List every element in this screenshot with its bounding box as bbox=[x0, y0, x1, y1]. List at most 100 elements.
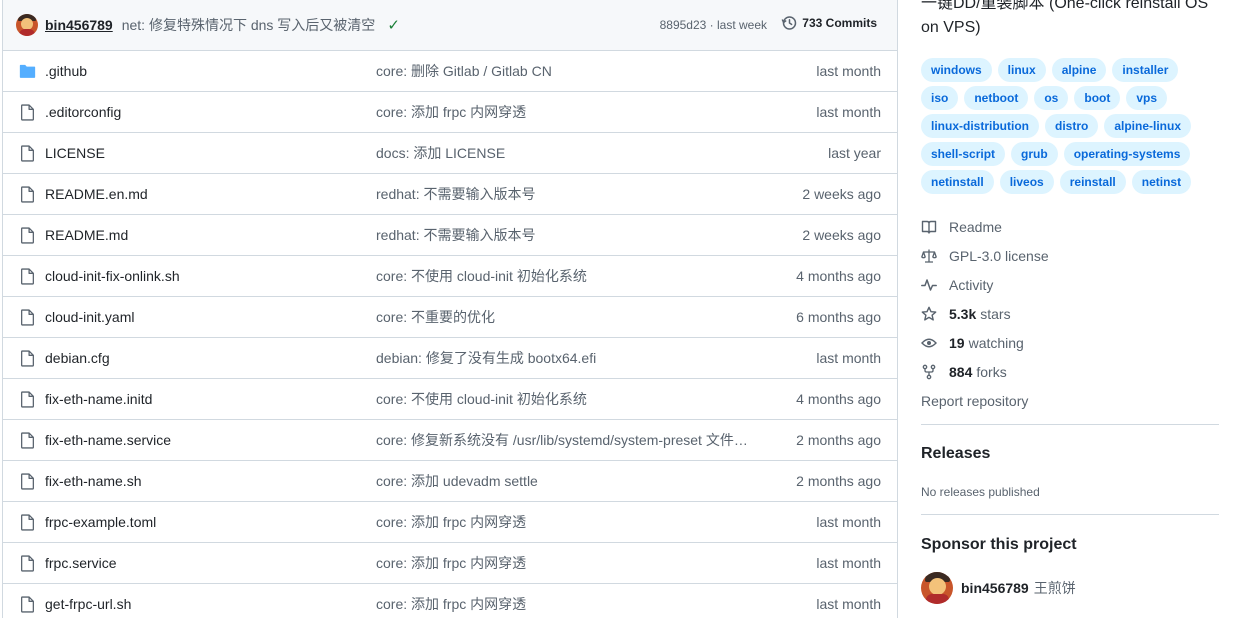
file-name-link[interactable]: frpc-example.toml bbox=[45, 502, 156, 543]
sidebar-divider bbox=[921, 424, 1219, 425]
forks-label: forks bbox=[976, 363, 1007, 380]
commit-author-link[interactable]: bin456789 bbox=[45, 17, 113, 33]
file-commit-message-link[interactable]: core: 添加 udevadm settle bbox=[376, 461, 538, 502]
file-commit-message-link[interactable]: redhat: 不需要输入版本号 bbox=[376, 174, 535, 215]
topic-tag[interactable]: iso bbox=[921, 86, 959, 110]
readme-link[interactable]: Readme bbox=[921, 212, 1221, 241]
topic-tag[interactable]: linux bbox=[997, 58, 1046, 82]
file-commit-message-link[interactable]: core: 添加 frpc 内网穿透 bbox=[376, 543, 526, 584]
file-row[interactable]: .editorconfig core: 添加 frpc 内网穿透 last mont… bbox=[3, 92, 897, 133]
activity-link[interactable]: Activity bbox=[921, 270, 1221, 299]
topic-tag[interactable]: reinstall bbox=[1059, 170, 1126, 194]
file-row[interactable]: frpc-example.toml core: 添加 frpc 内网穿透 last … bbox=[3, 502, 897, 543]
topic-tag[interactable]: windows bbox=[921, 58, 992, 82]
report-repository-link[interactable]: Report repository bbox=[921, 386, 1221, 415]
topic-tag[interactable]: alpine-linux bbox=[1104, 114, 1192, 138]
eye-icon bbox=[921, 338, 937, 347]
file-row[interactable]: LICENSE docs: 添加 LICENSE last year bbox=[3, 133, 897, 174]
file-icon bbox=[21, 473, 34, 490]
sponsor-avatar[interactable] bbox=[921, 572, 953, 604]
fork-icon bbox=[922, 364, 936, 379]
file-commit-message-link[interactable]: core: 删除 Gitlab / Gitlab CN bbox=[376, 51, 552, 92]
file-commit-time: 2 weeks ago bbox=[802, 227, 881, 243]
releases-empty-text: No releases published bbox=[921, 485, 1040, 499]
topic-tag[interactable]: shell-script bbox=[921, 142, 1006, 166]
check-icon[interactable]: ✓ bbox=[387, 16, 400, 34]
topic-tag[interactable]: liveos bbox=[999, 170, 1054, 194]
stars-link[interactable]: 5.3k stars bbox=[921, 299, 1221, 328]
topic-tag[interactable]: boot bbox=[1074, 86, 1121, 110]
releases-heading[interactable]: Releases bbox=[921, 445, 990, 463]
file-list-panel: bin456789 net: 修复特殊情况下 dns 写入后又被清空 ✓ 889… bbox=[2, 0, 898, 618]
topic-tag[interactable]: grub bbox=[1011, 142, 1058, 166]
file-name-link[interactable]: cloud-init-fix-onlink.sh bbox=[45, 256, 180, 297]
file-name-link[interactable]: .editorconfig bbox=[45, 92, 121, 133]
license-link[interactable]: GPL-3.0 license bbox=[921, 241, 1221, 270]
file-icon bbox=[21, 186, 34, 203]
topic-tag[interactable]: vps bbox=[1126, 86, 1168, 110]
topic-tag[interactable]: distro bbox=[1045, 114, 1099, 138]
file-name-link[interactable]: LICENSE bbox=[45, 133, 105, 174]
file-commit-message-link[interactable]: core: 添加 frpc 内网穿透 bbox=[376, 502, 526, 543]
commit-message-link[interactable]: net: 修复特殊情况下 dns 写入后又被清空 bbox=[122, 15, 376, 35]
file-commit-time: 6 months ago bbox=[796, 309, 881, 325]
file-row[interactable]: cloud-init.yaml core: 不重要的优化 6 months ago bbox=[3, 297, 897, 338]
topic-tag[interactable]: netboot bbox=[964, 86, 1029, 110]
file-row[interactable]: fix-eth-name.initd core: 不使用 cloud-init 初… bbox=[3, 379, 897, 420]
commits-history-link[interactable]: 733 Commits bbox=[781, 15, 877, 31]
file-commit-time: last month bbox=[816, 63, 881, 79]
commit-hash-time[interactable]: 8895d23 · last week bbox=[660, 0, 767, 51]
file-commit-message-link[interactable]: core: 不使用 cloud-init 初始化系统 bbox=[376, 379, 587, 420]
file-row[interactable]: README.en.md redhat: 不需要输入版本号 2 weeks ago bbox=[3, 174, 897, 215]
file-commit-time: last month bbox=[816, 514, 881, 530]
file-commit-time: 4 months ago bbox=[796, 391, 881, 407]
file-name-link[interactable]: fix-eth-name.initd bbox=[45, 379, 152, 420]
file-commit-message-link[interactable]: core: 添加 frpc 内网穿透 bbox=[376, 92, 526, 133]
repo-description: 一键DD/重装脚本 (One-click reinstall OS on VPS… bbox=[921, 0, 1209, 36]
file-commit-message-link[interactable]: docs: 添加 LICENSE bbox=[376, 133, 505, 174]
sponsor-heading: Sponsor this project bbox=[921, 536, 1077, 553]
topic-tag[interactable]: alpine bbox=[1051, 58, 1107, 82]
file-name-link[interactable]: fix-eth-name.service bbox=[45, 420, 171, 461]
file-row[interactable]: .github core: 删除 Gitlab / Gitlab CN last m… bbox=[3, 51, 897, 92]
file-commit-message-link[interactable]: core: 不使用 cloud-init 初始化系统 bbox=[376, 256, 587, 297]
sponsor-username[interactable]: bin456789 bbox=[961, 580, 1029, 596]
file-name-link[interactable]: fix-eth-name.sh bbox=[45, 461, 141, 502]
file-name-link[interactable]: get-frpc-url.sh bbox=[45, 584, 131, 618]
file-icon bbox=[21, 391, 34, 408]
file-name-link[interactable]: .github bbox=[45, 51, 87, 92]
topic-tag[interactable]: netinst bbox=[1131, 170, 1192, 194]
topic-tag[interactable]: netinstall bbox=[921, 170, 994, 194]
file-icon bbox=[21, 145, 34, 162]
file-commit-message-link[interactable]: core: 修复新系统没有 /usr/lib/systemd/system-pr… bbox=[376, 420, 748, 461]
file-name-link[interactable]: cloud-init.yaml bbox=[45, 297, 134, 338]
file-name-link[interactable]: README.en.md bbox=[45, 174, 148, 215]
topic-tag[interactable]: operating-systems bbox=[1063, 142, 1191, 166]
file-commit-message-link[interactable]: redhat: 不需要输入版本号 bbox=[376, 215, 535, 256]
file-icon bbox=[21, 432, 34, 449]
file-row[interactable]: README.md redhat: 不需要输入版本号 2 weeks ago bbox=[3, 215, 897, 256]
file-row[interactable]: debian.cfg debian: 修复了没有生成 bootx64.efi las… bbox=[3, 338, 897, 379]
file-commit-message-link[interactable]: core: 不重要的优化 bbox=[376, 297, 495, 338]
topic-tag[interactable]: os bbox=[1034, 86, 1069, 110]
forks-link[interactable]: 884 forks bbox=[921, 357, 1221, 386]
file-name-link[interactable]: README.md bbox=[45, 215, 128, 256]
topic-tag[interactable]: linux-distribution bbox=[921, 114, 1039, 138]
file-row[interactable]: fix-eth-name.sh core: 添加 udevadm settle 2 … bbox=[3, 461, 897, 502]
file-row[interactable]: fix-eth-name.service core: 修复新系统没有 /usr/l… bbox=[3, 420, 897, 461]
commit-author-avatar[interactable] bbox=[16, 13, 38, 36]
pulse-icon bbox=[921, 278, 937, 291]
file-row[interactable]: frpc.service core: 添加 frpc 内网穿透 last month bbox=[3, 543, 897, 584]
file-name-link[interactable]: frpc.service bbox=[45, 543, 117, 584]
watching-link[interactable]: 19 watching bbox=[921, 328, 1221, 357]
file-commit-message-link[interactable]: debian: 修复了没有生成 bootx64.efi bbox=[376, 338, 596, 379]
topic-tag[interactable]: installer bbox=[1112, 58, 1179, 82]
file-commit-message-link[interactable]: core: 添加 frpc 内网穿透 bbox=[376, 584, 526, 618]
file-name-link[interactable]: debian.cfg bbox=[45, 338, 110, 379]
file-commit-time: last month bbox=[816, 596, 881, 612]
file-row[interactable]: get-frpc-url.sh core: 添加 frpc 内网穿透 last mo… bbox=[3, 584, 897, 618]
sponsor-entry[interactable]: bin456789 王煎饼 bbox=[921, 572, 1076, 604]
file-icon bbox=[21, 227, 34, 244]
stars-label: stars bbox=[980, 305, 1011, 322]
file-row[interactable]: cloud-init-fix-onlink.sh core: 不使用 cloud-… bbox=[3, 256, 897, 297]
